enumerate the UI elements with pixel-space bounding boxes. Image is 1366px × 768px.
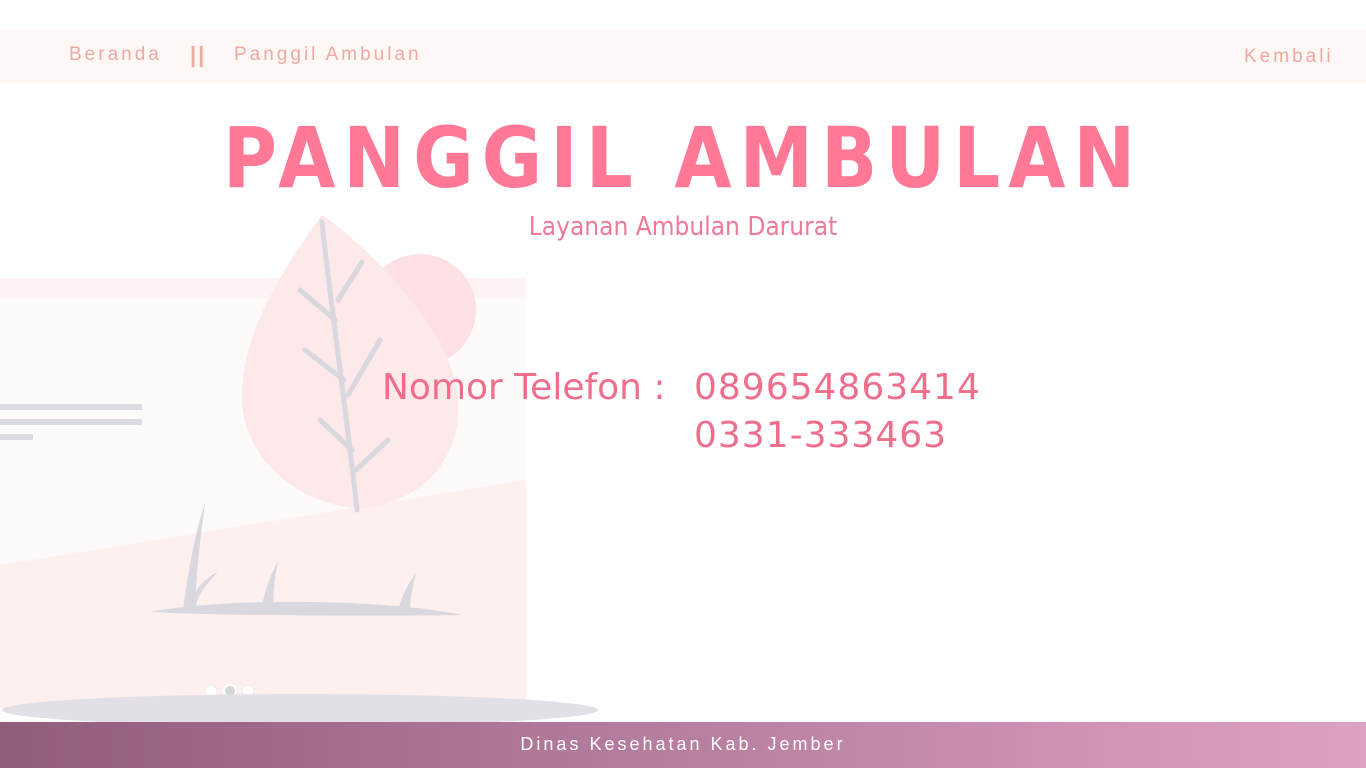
phone-number-secondary: 0331-333463 <box>694 415 948 456</box>
page-title: PANGGIL AMBULAN <box>222 109 1144 207</box>
nav-link-beranda[interactable]: Beranda <box>69 44 162 66</box>
footer: Dinas Kesehatan Kab. Jember <box>0 722 1366 768</box>
phone-number-primary: 089654863414 <box>694 367 981 408</box>
page-subtitle: Layanan Ambulan Darurat <box>528 212 838 242</box>
nav-separator: || <box>190 42 207 67</box>
phone-label: Nomor Telefon : <box>382 367 666 408</box>
nav-link-panggil-ambulan[interactable]: Panggil Ambulan <box>234 44 422 66</box>
back-button[interactable]: Kembali <box>1244 46 1334 68</box>
footer-text: Dinas Kesehatan Kab. Jember <box>520 734 846 754</box>
tree-illustration-icon <box>0 215 598 726</box>
